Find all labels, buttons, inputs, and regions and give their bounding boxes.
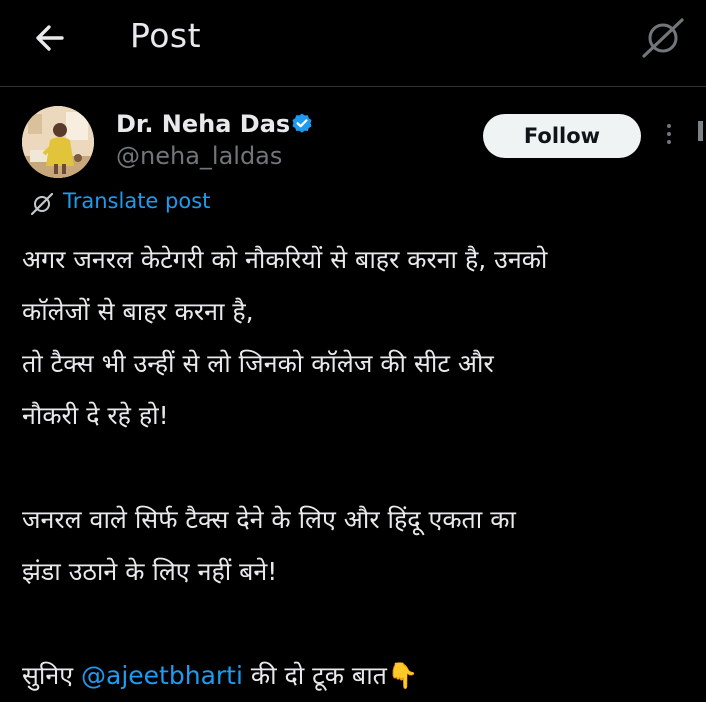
post-text: अगर जनरल केटेगरी को नौकरियों से बाहर करन… — [22, 234, 692, 702]
post-line: अगर जनरल केटेगरी को नौकरियों से बाहर करन… — [22, 245, 548, 274]
post-line-last: सुनिए @ajeetbharti की दो टूक बात👇 — [22, 650, 692, 702]
author-handle[interactable]: @neha_laldas — [116, 142, 282, 170]
post-text-fragment: की दो टूक बात — [242, 661, 387, 690]
page-title: Post — [130, 16, 202, 55]
post-line: नौकरी दे रहे हो! — [22, 401, 169, 430]
pointing-down-emoji: 👇 — [386, 661, 419, 690]
grok-icon — [30, 192, 54, 216]
post-line: तो टैक्स भी उन्हीं से लो जिनको कॉलेज की … — [22, 349, 494, 378]
author-name[interactable]: Dr. Neha Das — [116, 110, 290, 138]
mention-link[interactable]: @ajeetbharti — [81, 661, 243, 690]
scroll-edge-indicator — [698, 121, 703, 141]
grok-icon[interactable] — [640, 16, 686, 60]
header-divider — [0, 86, 706, 87]
post-text-fragment: सुनिए — [22, 661, 82, 690]
avatar[interactable] — [22, 106, 94, 178]
post-line: जनरल वाले सिर्फ टैक्स देने के लिए और हिं… — [22, 505, 516, 534]
verified-badge-icon — [290, 112, 314, 136]
post-line: झंडा उठाने के लिए नहीं बने! — [22, 557, 278, 586]
translate-post-label: Translate post — [63, 189, 211, 213]
top-bar: Post — [0, 0, 706, 78]
follow-button[interactable]: Follow — [483, 114, 641, 158]
back-arrow-icon[interactable] — [30, 18, 70, 58]
paragraph-break — [22, 442, 692, 494]
paragraph-break — [22, 598, 692, 650]
post-line: कॉलेजों से बाहर करना है, — [22, 297, 254, 326]
more-vertical-icon[interactable] — [658, 120, 680, 152]
